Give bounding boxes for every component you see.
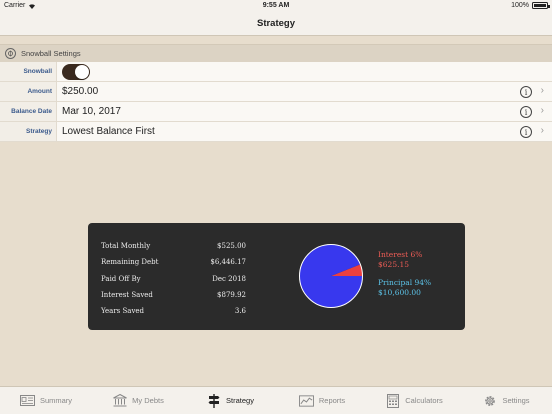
stat-value: $879.92 [217,291,246,300]
section-header: Snowball Settings [0,44,552,62]
legend-principal: Principal 94% $10,600.00 [378,278,431,298]
stat-value: $6,446.17 [210,258,246,267]
stat-label: Remaining Debt [101,258,159,267]
tab-reports[interactable]: Reports [276,387,368,414]
stat-row: Total Monthly $525.00 [101,238,246,254]
balance-date-label: Balance Date [0,102,57,121]
tab-settings[interactable]: Settings [460,387,552,414]
section-title: Snowball Settings [21,49,81,58]
calculator-icon [385,393,400,408]
balance-date-row[interactable]: Balance Date Mar 10, 2017 i › [0,102,552,122]
tab-summary[interactable]: Summary [0,387,92,414]
tab-bar: Summary My Debts Strategy Reports Calcul… [0,386,552,414]
tab-label: My Debts [132,396,164,405]
signpost-icon [206,393,221,408]
stat-row: Years Saved 3.6 [101,303,246,319]
stat-label: Interest Saved [101,291,153,300]
summary-icon [19,394,35,407]
chart-icon [298,394,314,407]
snowball-label: Snowball [0,62,57,81]
summary-card: Total Monthly $525.00 Remaining Debt $6,… [88,223,465,330]
chart-legend: Interest 6% $625.15 Principal 94% $10,60… [378,250,431,306]
bank-icon [112,394,127,407]
tab-my-debts[interactable]: My Debts [92,387,184,414]
strategy-value: Lowest Balance First [62,126,155,137]
amount-value: $250.00 [62,86,99,97]
stat-label: Total Monthly [101,242,151,251]
snowball-toggle[interactable] [62,63,90,80]
status-bar: Carrier 9:55 AM 100% [0,0,552,12]
legend-interest: Interest 6% $625.15 [378,250,431,270]
info-icon[interactable]: i [520,106,532,118]
legend-principal-label: Principal 94% [378,278,432,287]
stat-label: Paid Off By [101,274,141,283]
gear-icon [482,394,497,407]
stat-value: $525.00 [217,242,246,251]
snowball-icon [5,48,16,59]
stat-value: 3.6 [234,307,246,316]
stat-value: Dec 2018 [212,274,246,283]
strategy-row[interactable]: Strategy Lowest Balance First i › [0,122,552,142]
battery-percent: 100% [511,2,529,9]
stats-list: Total Monthly $525.00 Remaining Debt $6,… [101,238,246,319]
tab-strategy[interactable]: Strategy [184,387,276,414]
info-icon[interactable]: i [520,86,532,98]
amount-row[interactable]: Amount $250.00 i › [0,82,552,102]
legend-principal-value: $10,600.00 [378,288,421,297]
tab-label: Calculators [405,396,443,405]
nav-bar: Strategy [0,12,552,36]
strategy-label: Strategy [0,122,57,141]
status-battery: 100% [511,2,550,9]
snowball-row: Snowball [0,62,552,82]
info-icon[interactable]: i [520,126,532,138]
legend-interest-label: Interest 6% [378,250,423,259]
tab-label: Strategy [226,396,254,405]
balance-date-value: Mar 10, 2017 [62,106,121,117]
tab-calculators[interactable]: Calculators [368,387,460,414]
toggle-knob [75,64,89,79]
chevron-right-icon: › [540,125,544,136]
status-time: 9:55 AM [262,2,290,9]
pie-chart [299,244,363,308]
tab-label: Reports [318,396,346,405]
chevron-right-icon: › [540,85,544,96]
stat-label: Years Saved [101,307,145,316]
settings-list: Snowball Amount $250.00 i › Balance Date… [0,62,552,142]
page-title: Strategy [256,18,295,29]
tab-label: Summary [39,396,73,405]
amount-label: Amount [0,82,57,101]
battery-icon [532,2,550,9]
legend-interest-value: $625.15 [378,260,410,269]
stat-row: Paid Off By Dec 2018 [101,271,246,287]
stat-row: Interest Saved $879.92 [101,287,246,303]
stat-row: Remaining Debt $6,446.17 [101,254,246,270]
tab-label: Settings [502,396,530,405]
chevron-right-icon: › [540,105,544,116]
